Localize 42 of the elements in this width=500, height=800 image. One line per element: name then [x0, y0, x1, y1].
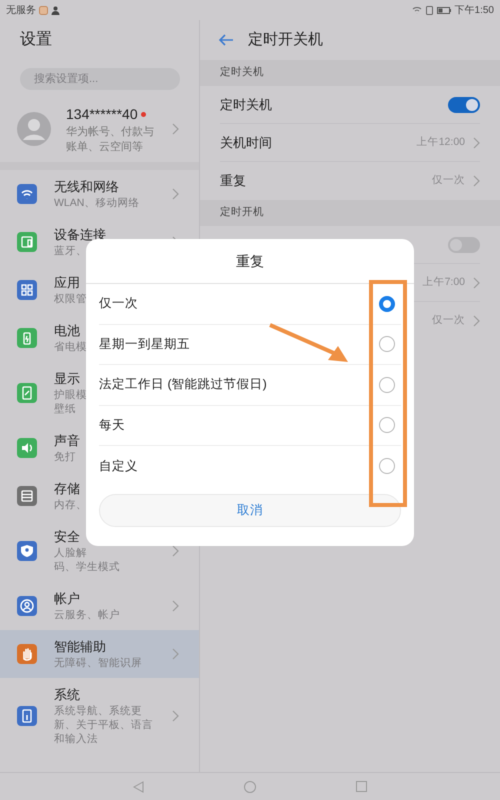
item-subtitle: 系统导航、系统更 — [54, 704, 142, 718]
item-title: 电池 — [54, 322, 80, 340]
item-title: 安全 — [54, 528, 80, 546]
item-subtitle: 内存、 — [54, 498, 87, 512]
item-title: 系统 — [54, 686, 80, 704]
item-subtitle: 云服务、帐户 — [54, 608, 120, 622]
item-title: 显示 — [54, 370, 80, 388]
section-header: 定时开机 — [220, 205, 264, 220]
item-subtitle: WLAN、移动网络 — [54, 196, 140, 210]
sidebar-title: 设置 — [20, 30, 52, 50]
item-subtitle: 壁纸 — [54, 402, 76, 416]
item-title: 应用 — [54, 274, 80, 292]
item-subtitle: 权限管 — [54, 292, 87, 306]
dialog-title: 重复 — [236, 252, 264, 270]
row-label: 重复 — [220, 172, 246, 190]
row-value: 仅一次 — [432, 173, 465, 188]
row-value: 上午12:00 — [416, 134, 465, 150]
item-subtitle: 码、学生模式 — [54, 560, 120, 574]
carrier-status: 无服务 — [6, 4, 36, 18]
item-subtitle: 免打 — [54, 450, 76, 464]
section-header: 定时关机 — [220, 65, 264, 80]
item-title: 帐户 — [54, 590, 80, 608]
account-name: 134******40 — [66, 104, 138, 124]
page-title: 定时开关机 — [248, 30, 323, 50]
item-subtitle: 省电模 — [54, 340, 87, 354]
item-subtitle: 人脸解 — [54, 546, 87, 560]
account-subtitle: 账单、云空间等 — [66, 140, 143, 154]
item-subtitle: 护眼模 — [54, 388, 87, 402]
clock-time: 下午1:50 — [454, 4, 494, 18]
row-label: 定时关机 — [220, 96, 272, 114]
row-value: 仅一次 — [432, 313, 465, 328]
item-title: 智能辅助 — [54, 638, 106, 656]
item-title: 无线和网络 — [54, 178, 119, 196]
item-subtitle: 和输入法 — [54, 732, 98, 746]
item-title: 声音 — [54, 432, 80, 450]
account-subtitle: 华为帐号、付款与 — [66, 124, 154, 140]
item-subtitle: 新、关于平板、语言 — [54, 718, 153, 732]
row-label: 关机时间 — [220, 134, 272, 152]
row-value: 上午7:00 — [422, 274, 465, 290]
item-title: 存储 — [54, 480, 80, 498]
item-subtitle: 无障碍、智能识屏 — [54, 656, 142, 670]
item-subtitle: 蓝牙、 — [54, 244, 87, 258]
